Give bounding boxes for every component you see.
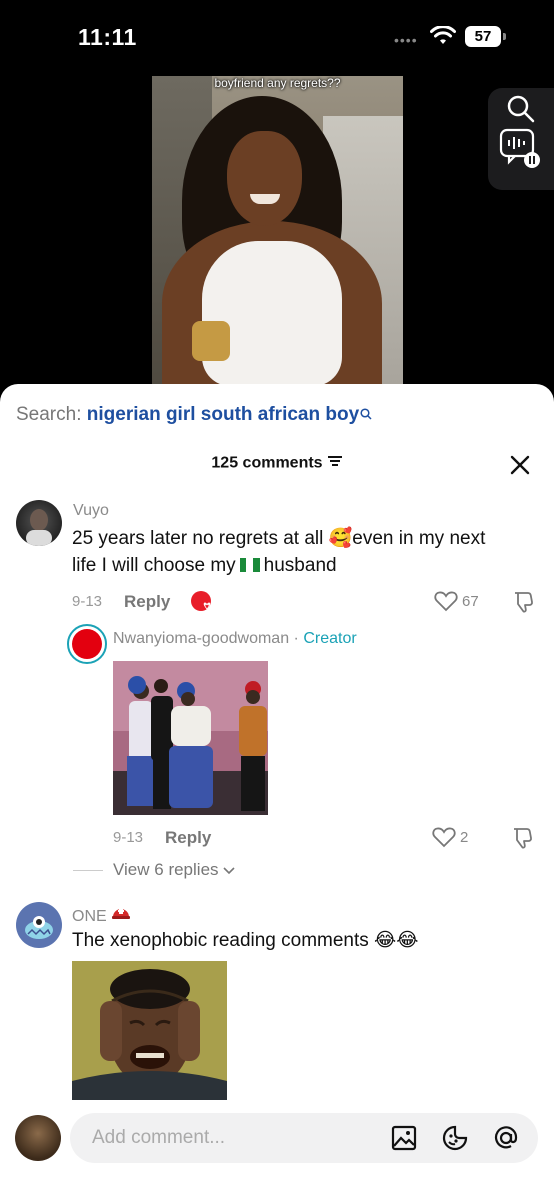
add-comment-placeholder: Add comment... xyxy=(92,1127,226,1148)
search-label: Search: xyxy=(16,404,82,425)
add-comment-input[interactable]: Add comment... xyxy=(70,1113,538,1163)
reply-button[interactable]: Reply xyxy=(165,828,211,848)
like-count: 67 xyxy=(462,593,479,610)
status-bar: 11:11 •••• 57 xyxy=(0,0,554,70)
reply-username[interactable]: Nwanyioma-goodwoman · Creator xyxy=(113,630,357,648)
creator-liked-badge-icon xyxy=(189,589,215,620)
emoji-icon[interactable] xyxy=(441,1124,469,1157)
wifi-icon xyxy=(430,25,456,51)
avatar[interactable] xyxy=(16,902,62,948)
comment-username[interactable]: ONE xyxy=(72,903,131,926)
image-icon[interactable] xyxy=(390,1124,418,1157)
reply-date: 9-13 xyxy=(113,829,144,846)
comment-text: The xenophobic reading comments 😂😂 xyxy=(72,930,419,951)
voice-search-icon[interactable] xyxy=(499,128,543,177)
avatar[interactable] xyxy=(16,500,62,546)
dislike-icon[interactable] xyxy=(511,826,533,855)
side-tools-panel xyxy=(488,88,554,190)
battery-icon: 57 xyxy=(465,26,507,47)
heart-icon[interactable] xyxy=(432,826,456,853)
my-avatar[interactable] xyxy=(15,1115,61,1161)
like-count: 2 xyxy=(460,829,469,846)
sort-icon[interactable] xyxy=(327,454,343,473)
comment-username[interactable]: Vuyo xyxy=(73,502,109,520)
mention-icon[interactable] xyxy=(492,1124,520,1157)
search-icon xyxy=(360,404,372,426)
status-time: 11:11 xyxy=(78,24,137,50)
video-thumbnail[interactable]: boyfriend any regrets?? xyxy=(152,76,403,386)
creator-badge: Creator xyxy=(303,630,357,647)
helmet-emoji-icon xyxy=(111,908,131,925)
comment-composer: Add comment... xyxy=(0,1100,554,1200)
comments-count: 125 comments xyxy=(211,454,323,472)
search-query[interactable]: nigerian girl south african boy xyxy=(87,404,359,425)
comment-date: 9-13 xyxy=(72,593,103,610)
search-icon[interactable] xyxy=(506,94,536,129)
chevron-down-icon xyxy=(223,860,235,879)
comments-sheet: Search: nigerian girl south african boy … xyxy=(0,384,554,1200)
comment-image[interactable] xyxy=(72,961,227,1103)
nigeria-flag-icon xyxy=(239,553,260,572)
close-icon[interactable] xyxy=(509,454,531,476)
battery-level: 57 xyxy=(465,26,501,47)
heart-icon[interactable] xyxy=(434,590,458,617)
video-caption: boyfriend any regrets?? xyxy=(214,76,341,90)
search-suggestion[interactable]: Search: nigerian girl south african boy xyxy=(16,404,372,426)
signal-icon: •••• xyxy=(394,32,418,48)
comment-text: 25 years later no regrets at all 🥰even i… xyxy=(72,528,486,576)
reply-button[interactable]: Reply xyxy=(124,592,170,612)
reply-image[interactable] xyxy=(113,661,268,815)
view-replies-button[interactable]: View 6 replies xyxy=(73,860,235,880)
comments-header: 125 comments xyxy=(0,454,554,473)
dislike-icon[interactable] xyxy=(512,590,534,619)
creator-avatar[interactable] xyxy=(67,624,107,664)
